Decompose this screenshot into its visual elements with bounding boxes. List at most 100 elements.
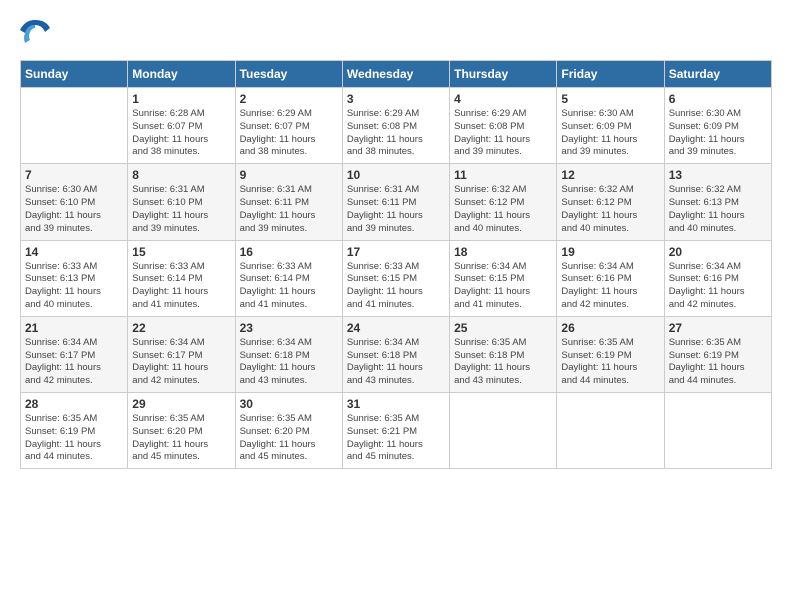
day-number: 24 [347, 321, 445, 335]
day-content: Sunrise: 6:34 AM Sunset: 6:17 PM Dayligh… [132, 337, 230, 388]
day-number: 3 [347, 92, 445, 106]
day-content: Sunrise: 6:34 AM Sunset: 6:18 PM Dayligh… [240, 337, 338, 388]
day-number: 12 [561, 168, 659, 182]
calendar-cell: 4 Sunrise: 6:29 AM Sunset: 6:08 PM Daylig… [450, 88, 557, 164]
logo-icon [20, 20, 50, 50]
day-number: 27 [669, 321, 767, 335]
day-content: Sunrise: 6:31 AM Sunset: 6:10 PM Dayligh… [132, 184, 230, 235]
day-number: 11 [454, 168, 552, 182]
calendar-cell: 9 Sunrise: 6:31 AM Sunset: 6:11 PM Daylig… [235, 164, 342, 240]
calendar-week-row: 21 Sunrise: 6:34 AM Sunset: 6:17 PM Dayli… [21, 316, 772, 392]
calendar-cell: 2 Sunrise: 6:29 AM Sunset: 6:07 PM Daylig… [235, 88, 342, 164]
calendar-table: SundayMondayTuesdayWednesdayThursdayFrid… [20, 60, 772, 469]
calendar-cell: 11 Sunrise: 6:32 AM Sunset: 6:12 PM Dayli… [450, 164, 557, 240]
day-content: Sunrise: 6:32 AM Sunset: 6:12 PM Dayligh… [454, 184, 552, 235]
weekday-header: Saturday [664, 61, 771, 88]
calendar-cell: 30 Sunrise: 6:35 AM Sunset: 6:20 PM Dayli… [235, 393, 342, 469]
calendar-cell: 27 Sunrise: 6:35 AM Sunset: 6:19 PM Dayli… [664, 316, 771, 392]
page-header [20, 20, 772, 50]
weekday-header: Sunday [21, 61, 128, 88]
calendar-cell: 23 Sunrise: 6:34 AM Sunset: 6:18 PM Dayli… [235, 316, 342, 392]
calendar-week-row: 7 Sunrise: 6:30 AM Sunset: 6:10 PM Daylig… [21, 164, 772, 240]
calendar-cell: 28 Sunrise: 6:35 AM Sunset: 6:19 PM Dayli… [21, 393, 128, 469]
calendar-cell: 6 Sunrise: 6:30 AM Sunset: 6:09 PM Daylig… [664, 88, 771, 164]
weekday-header: Friday [557, 61, 664, 88]
day-content: Sunrise: 6:33 AM Sunset: 6:14 PM Dayligh… [240, 261, 338, 312]
day-number: 18 [454, 245, 552, 259]
calendar-cell: 1Sunrise: 6:28 AM Sunset: 6:07 PM Daylig… [128, 88, 235, 164]
day-content: Sunrise: 6:33 AM Sunset: 6:15 PM Dayligh… [347, 261, 445, 312]
day-content: Sunrise: 6:35 AM Sunset: 6:18 PM Dayligh… [454, 337, 552, 388]
day-content: Sunrise: 6:31 AM Sunset: 6:11 PM Dayligh… [347, 184, 445, 235]
calendar-cell: 25 Sunrise: 6:35 AM Sunset: 6:18 PM Dayli… [450, 316, 557, 392]
day-content: Sunrise: 6:31 AM Sunset: 6:11 PM Dayligh… [240, 184, 338, 235]
day-number: 14 [25, 245, 123, 259]
logo [20, 20, 54, 50]
day-number: 17 [347, 245, 445, 259]
calendar-cell [21, 88, 128, 164]
calendar-cell: 31 Sunrise: 6:35 AM Sunset: 6:21 PM Dayli… [342, 393, 449, 469]
day-number: 2 [240, 92, 338, 106]
day-number: 19 [561, 245, 659, 259]
day-number: 13 [669, 168, 767, 182]
day-content: Sunrise: 6:30 AM Sunset: 6:09 PM Dayligh… [669, 108, 767, 159]
day-number: 30 [240, 397, 338, 411]
calendar-cell: 8 Sunrise: 6:31 AM Sunset: 6:10 PM Daylig… [128, 164, 235, 240]
day-number: 5 [561, 92, 659, 106]
day-number: 29 [132, 397, 230, 411]
calendar-cell: 15 Sunrise: 6:33 AM Sunset: 6:14 PM Dayli… [128, 240, 235, 316]
day-number: 6 [669, 92, 767, 106]
day-number: 26 [561, 321, 659, 335]
day-content: Sunrise: 6:29 AM Sunset: 6:08 PM Dayligh… [454, 108, 552, 159]
day-content: Sunrise: 6:35 AM Sunset: 6:20 PM Dayligh… [240, 413, 338, 464]
day-content: Sunrise: 6:33 AM Sunset: 6:14 PM Dayligh… [132, 261, 230, 312]
day-content: Sunrise: 6:35 AM Sunset: 6:21 PM Dayligh… [347, 413, 445, 464]
day-content: Sunrise: 6:34 AM Sunset: 6:16 PM Dayligh… [669, 261, 767, 312]
calendar-cell: 29Sunrise: 6:35 AM Sunset: 6:20 PM Dayli… [128, 393, 235, 469]
calendar-week-row: 14Sunrise: 6:33 AM Sunset: 6:13 PM Dayli… [21, 240, 772, 316]
day-content: Sunrise: 6:34 AM Sunset: 6:18 PM Dayligh… [347, 337, 445, 388]
day-number: 20 [669, 245, 767, 259]
day-number: 4 [454, 92, 552, 106]
calendar-cell [664, 393, 771, 469]
calendar-cell: 5 Sunrise: 6:30 AM Sunset: 6:09 PM Daylig… [557, 88, 664, 164]
calendar-cell: 10Sunrise: 6:31 AM Sunset: 6:11 PM Dayli… [342, 164, 449, 240]
calendar-week-row: 1Sunrise: 6:28 AM Sunset: 6:07 PM Daylig… [21, 88, 772, 164]
day-content: Sunrise: 6:29 AM Sunset: 6:07 PM Dayligh… [240, 108, 338, 159]
calendar-cell: 21 Sunrise: 6:34 AM Sunset: 6:17 PM Dayli… [21, 316, 128, 392]
day-content: Sunrise: 6:32 AM Sunset: 6:12 PM Dayligh… [561, 184, 659, 235]
calendar-cell: 22Sunrise: 6:34 AM Sunset: 6:17 PM Dayli… [128, 316, 235, 392]
calendar-cell: 13Sunrise: 6:32 AM Sunset: 6:13 PM Dayli… [664, 164, 771, 240]
day-number: 16 [240, 245, 338, 259]
calendar-cell: 24 Sunrise: 6:34 AM Sunset: 6:18 PM Dayli… [342, 316, 449, 392]
day-content: Sunrise: 6:34 AM Sunset: 6:16 PM Dayligh… [561, 261, 659, 312]
day-number: 9 [240, 168, 338, 182]
day-content: Sunrise: 6:35 AM Sunset: 6:19 PM Dayligh… [25, 413, 123, 464]
day-content: Sunrise: 6:29 AM Sunset: 6:08 PM Dayligh… [347, 108, 445, 159]
day-content: Sunrise: 6:34 AM Sunset: 6:15 PM Dayligh… [454, 261, 552, 312]
day-number: 8 [132, 168, 230, 182]
day-content: Sunrise: 6:34 AM Sunset: 6:17 PM Dayligh… [25, 337, 123, 388]
calendar-cell [557, 393, 664, 469]
calendar-cell: 14Sunrise: 6:33 AM Sunset: 6:13 PM Dayli… [21, 240, 128, 316]
calendar-cell: 17 Sunrise: 6:33 AM Sunset: 6:15 PM Dayli… [342, 240, 449, 316]
day-number: 25 [454, 321, 552, 335]
day-content: Sunrise: 6:35 AM Sunset: 6:19 PM Dayligh… [669, 337, 767, 388]
weekday-header: Wednesday [342, 61, 449, 88]
day-number: 15 [132, 245, 230, 259]
calendar-week-row: 28 Sunrise: 6:35 AM Sunset: 6:19 PM Dayli… [21, 393, 772, 469]
day-content: Sunrise: 6:30 AM Sunset: 6:10 PM Dayligh… [25, 184, 123, 235]
calendar-cell: 18 Sunrise: 6:34 AM Sunset: 6:15 PM Dayli… [450, 240, 557, 316]
day-number: 31 [347, 397, 445, 411]
day-number: 7 [25, 168, 123, 182]
day-number: 23 [240, 321, 338, 335]
day-content: Sunrise: 6:35 AM Sunset: 6:19 PM Dayligh… [561, 337, 659, 388]
weekday-header: Monday [128, 61, 235, 88]
calendar-cell: 12 Sunrise: 6:32 AM Sunset: 6:12 PM Dayli… [557, 164, 664, 240]
day-number: 28 [25, 397, 123, 411]
calendar-cell: 20 Sunrise: 6:34 AM Sunset: 6:16 PM Dayli… [664, 240, 771, 316]
calendar-cell: 19 Sunrise: 6:34 AM Sunset: 6:16 PM Dayli… [557, 240, 664, 316]
day-number: 21 [25, 321, 123, 335]
day-content: Sunrise: 6:30 AM Sunset: 6:09 PM Dayligh… [561, 108, 659, 159]
calendar-cell: 26 Sunrise: 6:35 AM Sunset: 6:19 PM Dayli… [557, 316, 664, 392]
